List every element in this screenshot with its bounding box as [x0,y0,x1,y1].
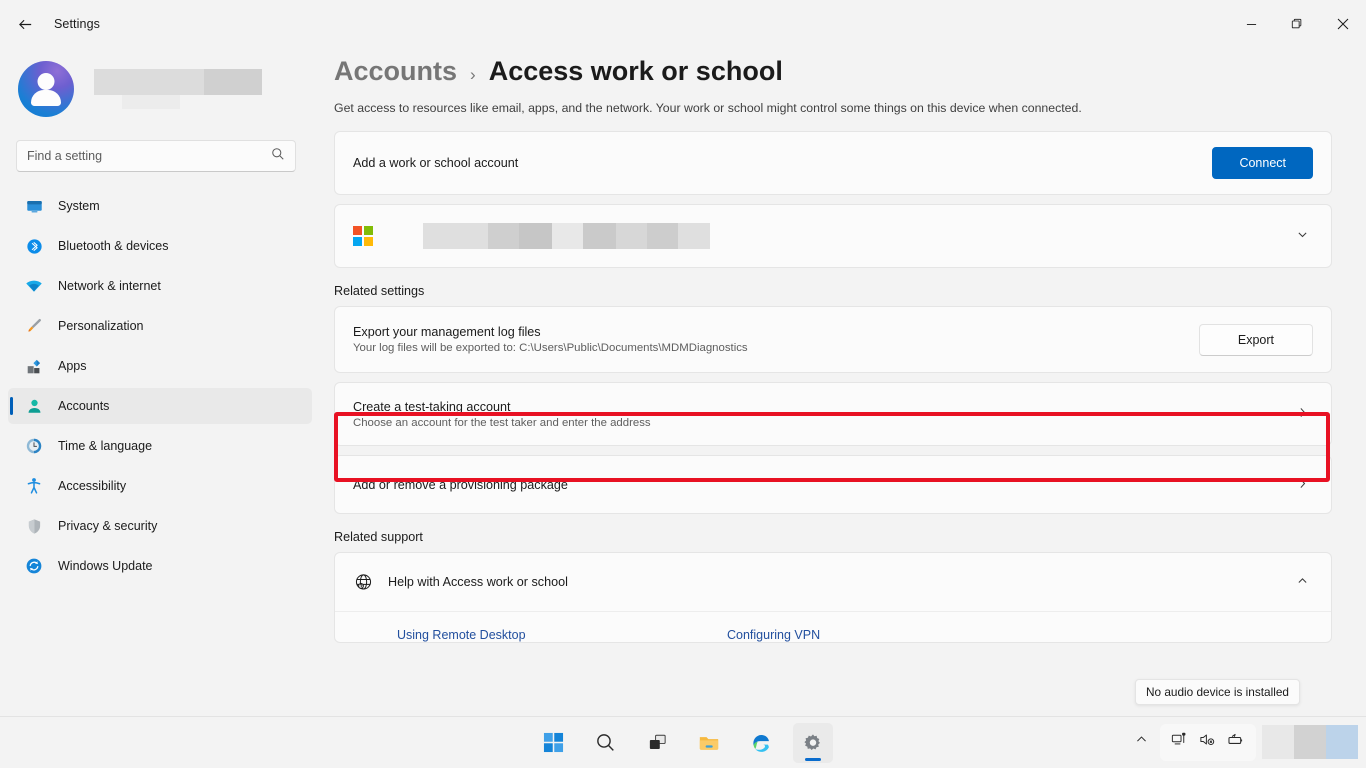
battery-icon[interactable] [1227,731,1245,754]
help-card: Help with Access work or school Using Re… [334,552,1332,643]
wifi-icon [24,276,44,296]
sidebar-item-privacy-security[interactable]: Privacy & security [8,508,312,544]
search-icon [271,147,285,166]
help-link-configuring-vpn[interactable]: Configuring VPN [727,628,820,642]
help-links: Using Remote Desktop Configuring VPN [335,612,1331,642]
provisioning-package-title: Add or remove a provisioning package [353,478,1296,492]
help-title: Help with Access work or school [388,575,1296,589]
settings-window: Settings [0,0,1366,768]
page-title: Access work or school [489,56,783,87]
breadcrumb: Accounts › Access work or school [320,48,1366,87]
start-button[interactable] [533,723,573,763]
title-bar: Settings [0,0,1366,48]
sidebar-item-label: Apps [58,359,87,373]
export-button[interactable]: Export [1199,324,1313,356]
settings-button[interactable] [793,723,833,763]
sidebar-item-label: Windows Update [58,559,153,573]
profile-section[interactable] [0,48,320,122]
maximize-button[interactable] [1274,0,1320,48]
chevron-down-icon[interactable] [1296,228,1313,244]
sidebar-item-time-language[interactable]: Time & language [8,428,312,464]
sidebar-item-windows-update[interactable]: Windows Update [8,548,312,584]
volume-muted-icon[interactable] [1199,731,1216,753]
sidebar-item-apps[interactable]: Apps [8,348,312,384]
main-content: Accounts › Access work or school Get acc… [320,48,1366,716]
search-input[interactable] [27,149,271,163]
test-taking-account-subtitle: Choose an account for the test taker and… [353,417,1296,429]
close-button[interactable] [1320,0,1366,48]
provisioning-package-card[interactable]: Add or remove a provisioning package [334,455,1332,514]
breadcrumb-parent[interactable]: Accounts [334,56,457,87]
bluetooth-icon [24,236,44,256]
chevron-up-icon[interactable] [1296,574,1313,590]
sidebar-item-system[interactable]: System [8,188,312,224]
apps-icon [24,356,44,376]
related-support-label: Related support [334,530,1366,544]
monitor-icon [24,196,44,216]
sidebar-item-label: Accessibility [58,479,126,493]
export-logs-subtitle: Your log files will be exported to: C:\U… [353,342,1199,354]
clock-icon [24,436,44,456]
chevron-right-icon[interactable] [1296,477,1313,493]
avatar [18,61,74,117]
account-name-redacted [423,223,1296,249]
page-description: Get access to resources like email, apps… [334,101,1366,115]
file-explorer-button[interactable] [689,723,729,763]
sidebar-item-label: Privacy & security [58,519,157,533]
window-title: Settings [54,17,100,31]
person-icon [24,396,44,416]
globe-help-icon [353,572,374,593]
back-button[interactable] [8,7,42,41]
export-logs-title: Export your management log files [353,325,1199,339]
sidebar-item-label: Personalization [58,319,143,333]
sidebar-item-personalization[interactable]: Personalization [8,308,312,344]
navigation-list: System Bluetooth & devices [0,188,320,584]
minimize-button[interactable] [1228,0,1274,48]
edge-button[interactable] [741,723,781,763]
task-view-button[interactable] [637,723,677,763]
connected-account-card[interactable] [334,204,1332,268]
search-button[interactable] [585,723,625,763]
shield-icon [24,516,44,536]
taskbar [0,716,1366,768]
sidebar: System Bluetooth & devices [0,48,320,716]
add-account-title: Add a work or school account [353,156,1212,170]
sidebar-item-bluetooth-devices[interactable]: Bluetooth & devices [8,228,312,264]
related-settings-label: Related settings [334,284,1366,298]
update-icon [24,556,44,576]
sidebar-item-network-internet[interactable]: Network & internet [8,268,312,304]
sidebar-item-label: Network & internet [58,279,161,293]
system-tray [1129,716,1366,768]
tray-icons-group[interactable] [1160,724,1256,761]
search-box[interactable] [16,140,296,172]
account-name-redacted [94,69,204,109]
microsoft-logo-icon [353,226,373,246]
sidebar-item-label: Accounts [58,399,109,413]
sidebar-item-label: Bluetooth & devices [58,239,169,253]
show-hidden-icons-button[interactable] [1129,733,1154,751]
breadcrumb-separator-icon: › [470,65,476,85]
paintbrush-icon [24,316,44,336]
network-icon[interactable] [1171,731,1188,753]
chevron-right-icon[interactable] [1296,406,1313,422]
clock-redacted[interactable] [1262,725,1358,759]
add-account-card: Add a work or school account Connect [334,131,1332,195]
window-controls [1228,0,1366,48]
accessibility-icon [24,476,44,496]
sidebar-item-accessibility[interactable]: Accessibility [8,468,312,504]
test-taking-account-title: Create a test-taking account [353,400,1296,414]
connect-button[interactable]: Connect [1212,147,1313,179]
test-taking-account-card[interactable]: Create a test-taking account Choose an a… [334,382,1332,446]
sidebar-item-accounts[interactable]: Accounts [8,388,312,424]
help-header[interactable]: Help with Access work or school [335,553,1331,611]
taskbar-center [533,723,833,763]
help-link-remote-desktop[interactable]: Using Remote Desktop [397,628,727,642]
audio-tooltip: No audio device is installed [1135,679,1300,705]
sidebar-item-label: System [58,199,100,213]
sidebar-item-label: Time & language [58,439,152,453]
export-logs-card: Export your management log files Your lo… [334,306,1332,373]
